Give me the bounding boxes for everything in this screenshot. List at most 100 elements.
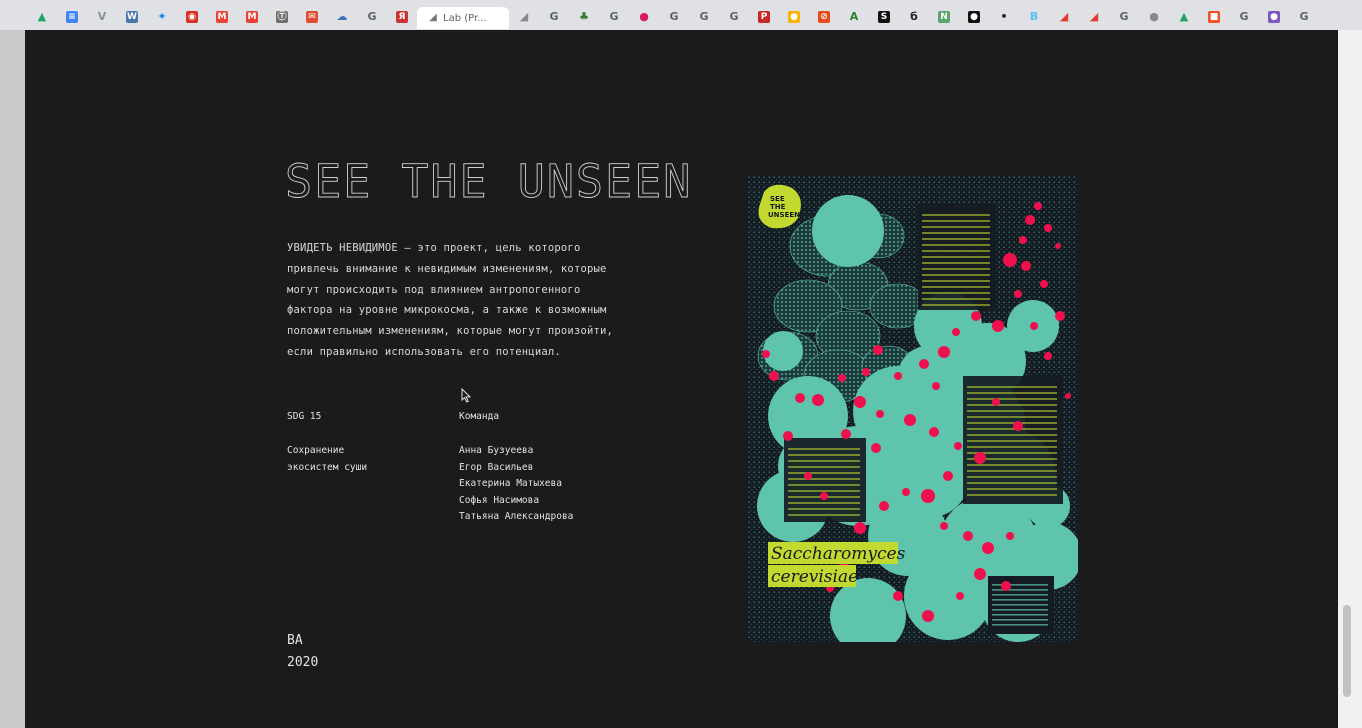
- red-dot: [902, 488, 910, 496]
- google-icon: G: [699, 10, 709, 23]
- red-dot: [956, 592, 964, 600]
- red-dot: [921, 489, 935, 503]
- poster-text-line: [788, 514, 860, 516]
- tab-0[interactable]: ▲: [27, 6, 57, 28]
- tab-16[interactable]: ♣: [569, 6, 599, 28]
- tab-28[interactable]: N: [929, 6, 959, 28]
- tab-35[interactable]: ●: [1139, 6, 1169, 28]
- tab-33[interactable]: ◢: [1079, 6, 1109, 28]
- poster-text-line: [967, 488, 1057, 490]
- red-dot: [1055, 311, 1065, 321]
- poster-text-line: [788, 466, 860, 468]
- poster-artwork: SEE THE UNSEEN Saccharomyces cerevisiae: [748, 176, 1082, 654]
- red-dot: [1034, 202, 1042, 210]
- tab-26[interactable]: S: [869, 6, 899, 28]
- tab-15[interactable]: G: [539, 6, 569, 28]
- tab-40[interactable]: G: [1289, 6, 1319, 28]
- yandex-icon: Я: [396, 11, 408, 23]
- red-dot: [876, 410, 884, 418]
- red-dot: [1013, 421, 1023, 431]
- gmail-icon: M: [216, 11, 228, 23]
- tab-8[interactable]: Ⓣ: [267, 6, 297, 28]
- t-circle-icon: Ⓣ: [276, 11, 288, 23]
- tab-27[interactable]: б: [899, 6, 929, 28]
- tab-24[interactable]: ⊘: [809, 6, 839, 28]
- tab-12[interactable]: Я: [387, 6, 417, 28]
- poster-text-line: [922, 274, 990, 276]
- tab-17[interactable]: G: [599, 6, 629, 28]
- red-circle-icon: ◉: [186, 11, 198, 23]
- tab-22[interactable]: P: [749, 6, 779, 28]
- tab-14[interactable]: ◢: [509, 6, 539, 28]
- poster-text-line: [922, 304, 990, 306]
- project-title-text: SEE THE UNSEEN: [285, 155, 692, 208]
- tab-10[interactable]: ☁: [327, 6, 357, 28]
- tab-11[interactable]: G: [357, 6, 387, 28]
- poster-text-line: [967, 416, 1057, 418]
- page-scrollbar[interactable]: [1338, 30, 1362, 728]
- poster-text-line: [967, 392, 1057, 394]
- google-icon: G: [729, 10, 739, 23]
- poster-text-line: [967, 470, 1057, 472]
- poster-text-line: [922, 262, 990, 264]
- red-dot: [1014, 290, 1022, 298]
- black-circle-icon: ●: [968, 11, 980, 23]
- tab-36[interactable]: ▲: [1169, 6, 1199, 28]
- outline-title-svg: SEE THE UNSEEN: [285, 155, 692, 209]
- a-icon: A: [849, 10, 859, 23]
- poster-text-line: [967, 398, 1057, 400]
- tab-38[interactable]: G: [1229, 6, 1259, 28]
- tab-31[interactable]: B: [1019, 6, 1049, 28]
- tab-32[interactable]: ◢: [1049, 6, 1079, 28]
- tab-30[interactable]: •: [989, 6, 1019, 28]
- tab-21[interactable]: G: [719, 6, 749, 28]
- google-icon: G: [549, 10, 559, 23]
- red-dot: [1040, 280, 1048, 288]
- tab-4[interactable]: ✦: [147, 6, 177, 28]
- tab-39[interactable]: ●: [1259, 6, 1289, 28]
- p-icon: P: [758, 11, 770, 23]
- red-dot: [952, 328, 960, 336]
- poster-text-line: [967, 404, 1057, 406]
- tab-5[interactable]: ◉: [177, 6, 207, 28]
- tab-25[interactable]: A: [839, 6, 869, 28]
- poster-caption-line: [992, 624, 1048, 626]
- scrollbar-thumb[interactable]: [1343, 605, 1351, 697]
- tab-29[interactable]: ●: [959, 6, 989, 28]
- poster-text-line: [967, 422, 1057, 424]
- tab-active[interactable]: ◢ Lab (Pr...: [417, 7, 509, 29]
- team-member: Анна Бузуеева: [459, 445, 534, 456]
- red-dot: [893, 591, 903, 601]
- tab-19[interactable]: G: [659, 6, 689, 28]
- red-dot: [1030, 322, 1038, 330]
- strike-circle-icon: ⊘: [818, 11, 830, 23]
- tab-1[interactable]: ≡: [57, 6, 87, 28]
- drive-icon: ▲: [1179, 10, 1189, 23]
- tab-3[interactable]: W: [117, 6, 147, 28]
- tab-34[interactable]: G: [1109, 6, 1139, 28]
- red-dot: [1025, 215, 1035, 225]
- poster-text-line: [788, 502, 860, 504]
- red-dot: [971, 311, 981, 321]
- red-dot: [812, 394, 824, 406]
- tab-9[interactable]: ✉: [297, 6, 327, 28]
- poster-caption-line: [992, 604, 1048, 606]
- red-dot: [1003, 253, 1017, 267]
- red-dot: [1019, 236, 1027, 244]
- lab-icon: ◢: [429, 12, 437, 23]
- badge-line-3: UNSEEN: [768, 211, 800, 219]
- tab-37[interactable]: ■: [1199, 6, 1229, 28]
- lab-icon: ◢: [519, 10, 529, 23]
- red-dot: [974, 568, 986, 580]
- tab-6[interactable]: M: [207, 6, 237, 28]
- tab-2[interactable]: V: [87, 6, 117, 28]
- poster-text-line: [922, 268, 990, 270]
- tab-18[interactable]: ●: [629, 6, 659, 28]
- poster-text-line: [788, 508, 860, 510]
- tab-20[interactable]: G: [689, 6, 719, 28]
- google-icon: G: [609, 10, 619, 23]
- poster-text-line: [922, 232, 990, 234]
- tab-7[interactable]: M: [237, 6, 267, 28]
- tab-23[interactable]: ●: [779, 6, 809, 28]
- project-poster-image[interactable]: SEE THE UNSEEN Saccharomyces cerevisiae: [748, 176, 1082, 654]
